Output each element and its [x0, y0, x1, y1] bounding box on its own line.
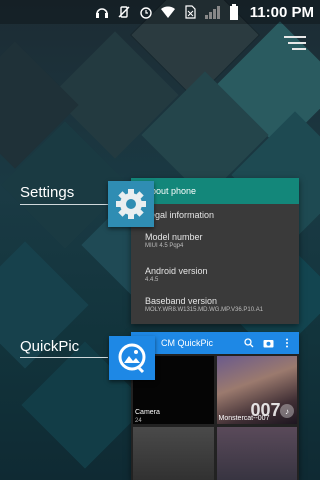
alarm-icon: [138, 4, 154, 20]
vibrate-off-icon: [116, 4, 132, 20]
quickpic-app-icon[interactable]: [109, 336, 155, 380]
divider: [20, 357, 108, 358]
status-bar: 11:00 PM: [0, 0, 320, 24]
wifi-icon: [160, 4, 176, 20]
quickpic-header: CM QuickPic: [131, 332, 299, 354]
music-icon: ♪: [280, 404, 294, 418]
album-tile: [133, 427, 214, 480]
quickpic-icon: [118, 343, 146, 374]
recent-app-label-quickpic[interactable]: QuickPic: [20, 338, 79, 355]
recent-app-preview-quickpic[interactable]: CM QuickPic Camera 24 007 Monstercat--00…: [131, 332, 299, 480]
more-icon: [280, 336, 294, 350]
gear-icon: [116, 189, 146, 219]
settings-item: Legal information: [145, 210, 215, 220]
menu-icon[interactable]: [284, 36, 306, 52]
no-sim-icon: [182, 4, 198, 20]
album-tile: [216, 427, 297, 480]
quickpic-title: CM QuickPic: [161, 338, 214, 348]
headphones-icon: [94, 4, 110, 20]
settings-header: About phone: [131, 178, 299, 204]
battery-icon: [226, 4, 242, 20]
signal-icon: [204, 4, 220, 20]
album-tile: 007 Monstercat--007 ♪: [216, 356, 297, 424]
settings-item: Baseband version MOLY.WR8.W1315.MD.WG.MP…: [145, 296, 264, 313]
settings-item: Android version 4.4.5: [145, 266, 208, 283]
recent-app-label-settings[interactable]: Settings: [20, 184, 74, 201]
search-icon: [242, 336, 256, 350]
settings-item: Model number MIUI 4.5 Pqp4: [145, 232, 203, 249]
camera-icon: [261, 336, 275, 350]
settings-app-icon[interactable]: [108, 181, 154, 227]
divider: [20, 204, 108, 205]
recent-app-preview-settings[interactable]: About phone Legal information Model numb…: [131, 178, 299, 324]
clock: 11:00 PM: [249, 3, 314, 21]
